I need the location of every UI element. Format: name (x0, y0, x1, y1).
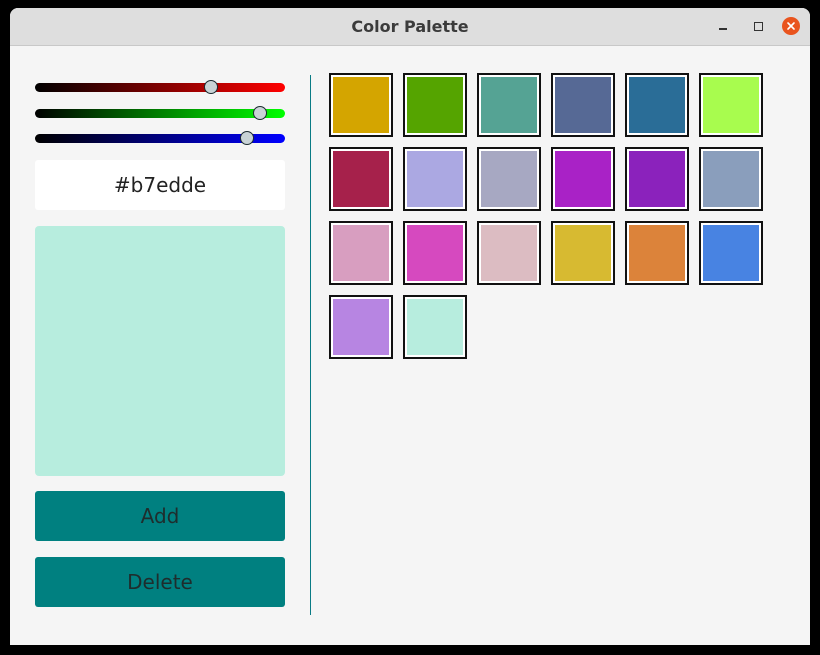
swatch-color (555, 77, 611, 133)
add-button[interactable]: Add (35, 491, 285, 541)
blue-slider-handle[interactable] (240, 131, 254, 145)
title-bar[interactable]: Color Palette (10, 8, 810, 46)
swatch-color (555, 225, 611, 281)
swatch-color (703, 77, 759, 133)
palette-swatch[interactable] (551, 221, 615, 285)
swatch-color (333, 77, 389, 133)
palette-swatch[interactable] (625, 73, 689, 137)
green-slider[interactable] (35, 106, 285, 120)
palette-swatch[interactable] (403, 221, 467, 285)
swatch-color (333, 225, 389, 281)
green-slider-handle[interactable] (253, 106, 267, 120)
palette-swatch[interactable] (625, 147, 689, 211)
delete-button[interactable]: Delete (35, 557, 285, 607)
palette-swatch[interactable] (329, 73, 393, 137)
close-icon (787, 22, 795, 30)
palette-swatch[interactable] (551, 73, 615, 137)
maximize-icon (753, 21, 763, 31)
swatch-color (407, 77, 463, 133)
palette-swatch[interactable] (477, 73, 541, 137)
swatch-color (555, 151, 611, 207)
close-button[interactable] (782, 17, 800, 35)
palette-swatch[interactable] (551, 147, 615, 211)
red-slider-handle[interactable] (204, 80, 218, 94)
panel-divider (310, 75, 311, 615)
blue-slider[interactable] (35, 131, 285, 145)
hex-color-input[interactable] (35, 160, 285, 210)
swatch-color (481, 77, 537, 133)
swatch-color (333, 151, 389, 207)
palette-swatch[interactable] (329, 295, 393, 359)
palette-swatch[interactable] (477, 221, 541, 285)
palette-swatch[interactable] (329, 221, 393, 285)
swatch-color (481, 225, 537, 281)
swatch-color (407, 299, 463, 355)
minimize-button[interactable] (714, 17, 732, 35)
app-window: Color Palette Add Delete (10, 8, 810, 645)
palette-swatch[interactable] (403, 147, 467, 211)
swatch-color (703, 225, 759, 281)
swatch-color (481, 151, 537, 207)
swatch-color (629, 77, 685, 133)
palette-swatch[interactable] (477, 147, 541, 211)
palette-swatch[interactable] (699, 147, 763, 211)
color-preview (35, 226, 285, 476)
swatch-color (629, 151, 685, 207)
swatch-color (407, 225, 463, 281)
maximize-button[interactable] (749, 17, 767, 35)
palette-swatch[interactable] (699, 73, 763, 137)
palette-swatch[interactable] (699, 221, 763, 285)
palette-swatch[interactable] (403, 73, 467, 137)
swatch-color (629, 225, 685, 281)
palette-swatch[interactable] (403, 295, 467, 359)
minimize-icon (719, 28, 727, 30)
palette-swatch[interactable] (329, 147, 393, 211)
swatch-color (333, 299, 389, 355)
window-title: Color Palette (351, 17, 469, 36)
red-slider[interactable] (35, 80, 285, 94)
swatch-color (407, 151, 463, 207)
swatch-color (703, 151, 759, 207)
palette-swatch[interactable] (625, 221, 689, 285)
